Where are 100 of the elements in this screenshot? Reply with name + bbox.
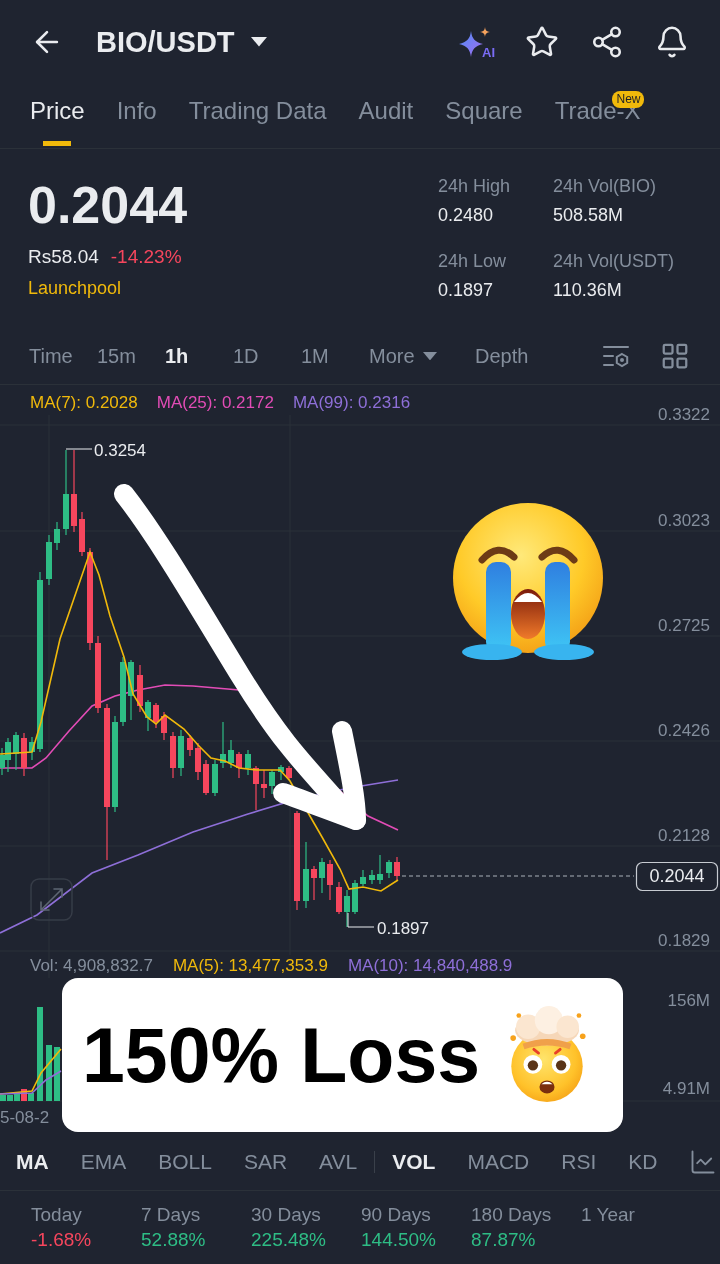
caret-icon	[422, 351, 437, 361]
ma-legend-value: MA(7): 0.2028	[30, 392, 138, 414]
period-label: 90 Days	[361, 1203, 431, 1227]
candlestick	[220, 721, 226, 769]
candlestick	[212, 759, 218, 797]
candlestick	[228, 739, 234, 769]
interval-tab[interactable]: Time	[29, 343, 73, 369]
candlestick	[386, 859, 392, 879]
period-label: 7 Days	[141, 1203, 201, 1227]
period-label: Today	[31, 1203, 82, 1227]
stat-label: 24h Vol(USDT)	[553, 250, 675, 273]
fiat-price: Rs58.04	[28, 245, 99, 269]
indicator-tab[interactable]: SAR	[243, 1148, 288, 1175]
price-axis-label: 0.3322	[658, 405, 710, 424]
chart-settings-icon[interactable]	[602, 344, 630, 368]
tab[interactable]: Audit	[358, 84, 414, 148]
candlestick	[303, 841, 309, 909]
tab[interactable]: Square	[445, 84, 523, 148]
candlestick	[161, 711, 167, 741]
indicator-tab[interactable]: MACD	[467, 1148, 530, 1175]
candlestick	[336, 881, 342, 915]
candlestick	[120, 656, 126, 727]
indicator-tab[interactable]: RSI	[561, 1148, 597, 1175]
stat-label: 24h High	[438, 175, 511, 198]
new-badge: New	[612, 91, 645, 108]
stat-value: 0.1897	[438, 279, 494, 302]
candlestick	[311, 865, 317, 901]
loss-caption: 150% Loss	[82, 1011, 481, 1099]
tab[interactable]: Info	[116, 84, 157, 148]
candlestick	[269, 769, 275, 795]
candlestick	[137, 664, 143, 713]
volume-axis-label: 156M	[667, 991, 710, 1010]
candlestick	[13, 731, 19, 771]
price-axis-label: 0.2725	[658, 616, 710, 635]
candlestick	[145, 699, 151, 732]
bell-icon[interactable]	[655, 25, 689, 59]
candlestick	[236, 751, 242, 779]
grid-icon[interactable]	[660, 341, 690, 371]
price-axis-label: 0.1829	[658, 931, 710, 950]
indicator-tab[interactable]: MA	[16, 1148, 49, 1175]
last-price-label: 0.2044	[635, 861, 719, 892]
stat-value: 508.58M	[553, 204, 624, 227]
candlestick	[377, 854, 383, 885]
star-icon[interactable]	[525, 25, 559, 59]
volume-bar	[54, 1047, 60, 1101]
share-icon[interactable]	[590, 25, 624, 59]
candlestick	[278, 764, 284, 781]
leader-line	[347, 912, 375, 928]
candlestick	[327, 859, 333, 901]
indicator-tab[interactable]: KD	[628, 1148, 658, 1175]
candlestick	[21, 732, 27, 777]
price-change: -14.23%	[110, 245, 182, 269]
volume-legend-value: Vol: 4,908,832.7	[30, 955, 153, 977]
expand-icon[interactable]	[30, 878, 73, 921]
indicator-tab[interactable]: VOL	[392, 1148, 436, 1175]
interval-tab[interactable]: 1M	[301, 343, 329, 369]
candlestick	[79, 511, 85, 557]
indicator-tab[interactable]: BOLL	[158, 1148, 212, 1175]
last-price: 0.2044	[28, 179, 188, 231]
tab[interactable]: Trading Data	[188, 84, 327, 148]
volume-bar	[46, 1045, 52, 1101]
candlestick	[352, 879, 358, 915]
candlestick	[253, 765, 259, 811]
candlestick	[261, 769, 267, 799]
volume-axis-label: 4.91M	[662, 1079, 710, 1098]
stat-label: 24h Vol(BIO)	[553, 175, 657, 198]
pair-selector[interactable]: BIO/USDT	[96, 25, 267, 59]
ma-legend-value: MA(25): 0.2172	[156, 392, 274, 414]
interval-tab[interactable]: More	[369, 343, 437, 369]
candlestick	[360, 869, 366, 887]
price-axis-label: 0.3023	[658, 511, 710, 530]
candlestick	[344, 889, 350, 928]
leader-line	[65, 448, 93, 450]
candlestick	[29, 736, 35, 761]
period-change: 52.88%	[141, 1228, 206, 1252]
tab[interactable]: Price	[30, 84, 85, 148]
launchpool-tag[interactable]: Launchpool	[28, 276, 122, 300]
caret-icon	[250, 37, 267, 47]
ai-button[interactable]: AI	[458, 25, 494, 59]
candlestick	[369, 869, 375, 885]
interval-tab[interactable]: 1h	[165, 343, 189, 369]
indicator-tab[interactable]: EMA	[80, 1148, 127, 1175]
candlestick	[46, 534, 52, 586]
indicator-tab[interactable]: AVL	[319, 1148, 358, 1175]
candlestick	[54, 521, 60, 551]
interval-tab[interactable]: Depth	[475, 343, 529, 369]
candlestick	[128, 659, 134, 721]
period-label: 180 Days	[471, 1203, 552, 1227]
date-axis-label: 5-08-2	[0, 1108, 50, 1127]
period-label: 30 Days	[251, 1203, 321, 1227]
interval-tab[interactable]: 1D	[233, 343, 259, 369]
ma-legend-value: MA(99): 0.2316	[292, 392, 411, 414]
candlestick	[319, 857, 325, 894]
volume-legend-value: MA(5): 13,477,353.9	[172, 955, 328, 977]
candlestick	[187, 734, 193, 757]
interval-tab[interactable]: 15m	[97, 343, 136, 369]
period-change: 144.50%	[361, 1228, 436, 1252]
period-change: 225.48%	[251, 1228, 326, 1252]
period-change: -1.68%	[31, 1228, 92, 1252]
candlestick	[178, 729, 184, 777]
